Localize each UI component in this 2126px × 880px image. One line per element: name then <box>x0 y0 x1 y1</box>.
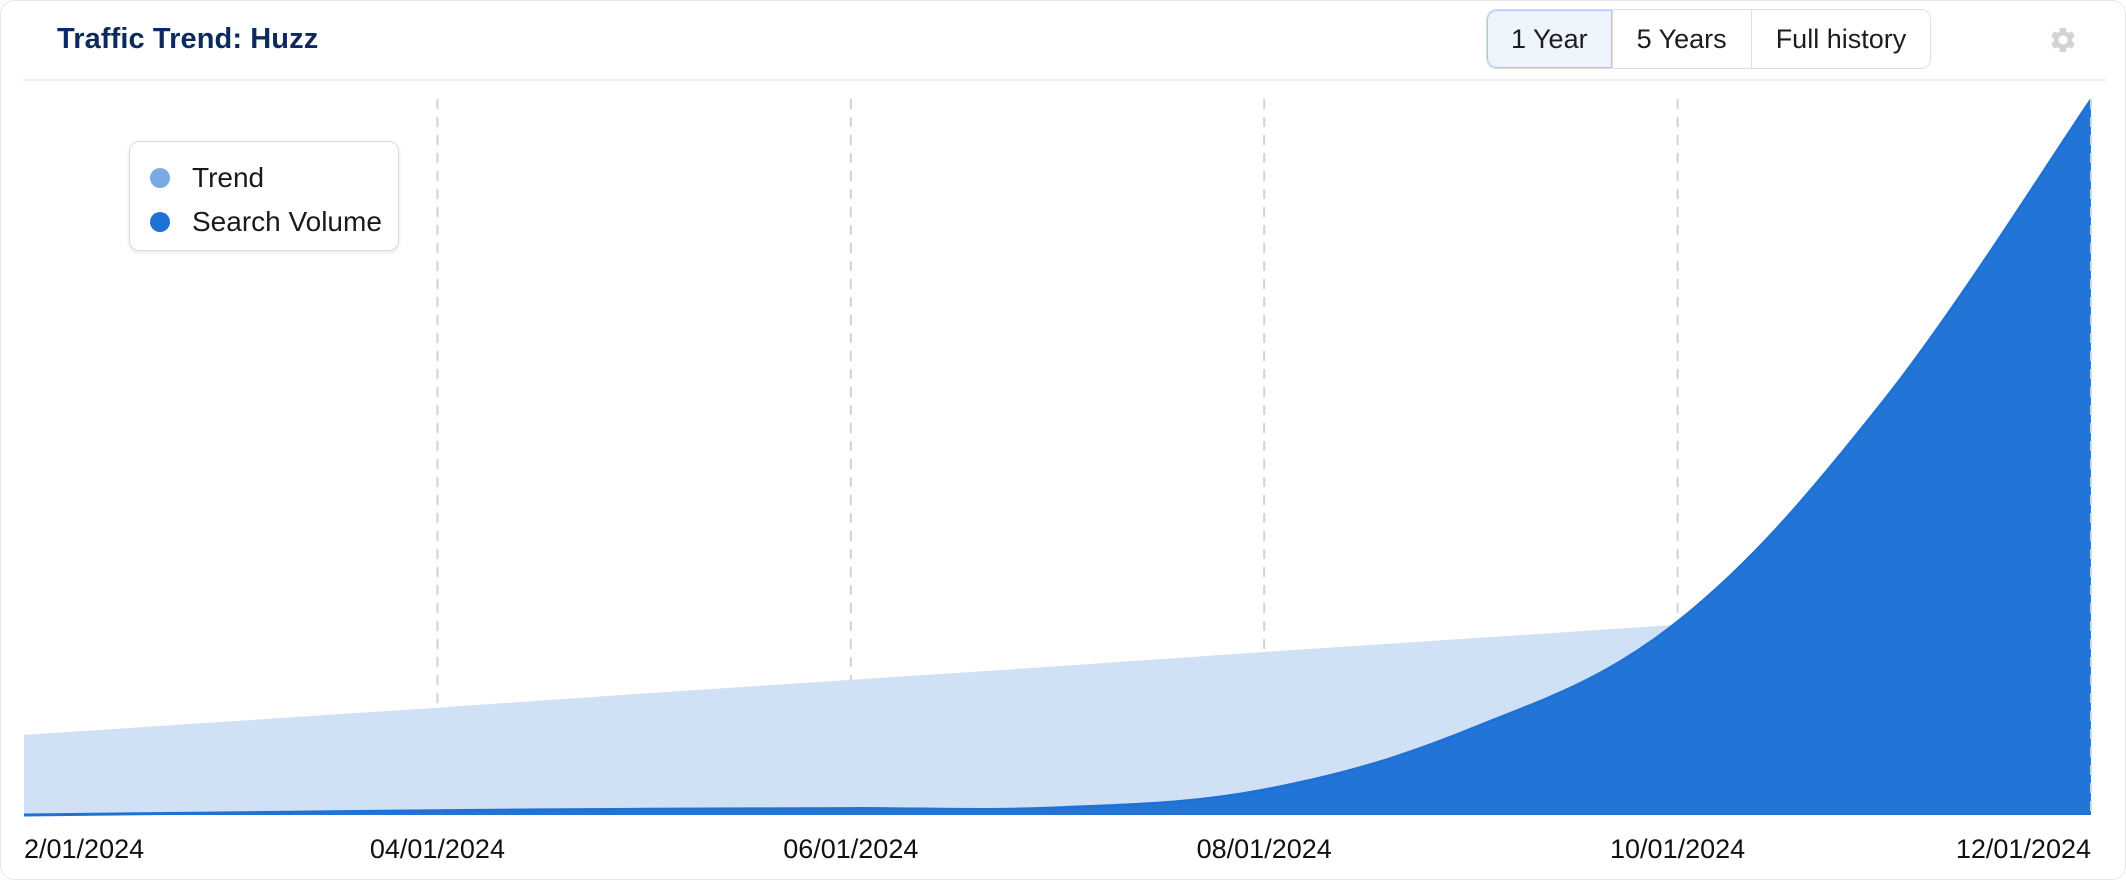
legend-item-trend[interactable]: Trend <box>150 162 264 194</box>
search-volume-point-1[interactable] <box>225 807 237 819</box>
search-volume-point-6[interactable] <box>1258 784 1270 796</box>
trend-point-7[interactable] <box>1465 632 1477 644</box>
search-volume-point-3[interactable] <box>638 803 650 815</box>
x-tick-label: 2/01/2024 <box>24 834 144 864</box>
trend-point-5[interactable] <box>1052 660 1064 672</box>
search-volume-point-2[interactable] <box>431 805 443 817</box>
trend-point-9[interactable] <box>1878 605 1890 617</box>
x-tick-label: 10/01/2024 <box>1610 834 1745 864</box>
legend-label-search-volume: Search Volume <box>192 206 382 237</box>
search-volume-point-0[interactable] <box>18 809 30 821</box>
legend-dot-search-volume-icon <box>150 212 170 232</box>
legend-item-search-volume[interactable]: Search Volume <box>150 206 382 238</box>
traffic-trend-card: Traffic Trend: Huzz 1 Year 5 Years Full … <box>0 0 2126 880</box>
traffic-trend-chart: 2/01/2024 04/01/2024 06/01/2024 08/01/2024 1… <box>18 99 2093 864</box>
trend-point-3[interactable] <box>638 687 650 699</box>
trend-point-4[interactable] <box>845 674 857 686</box>
x-tick-label: 12/01/2024 <box>1956 834 2091 864</box>
legend-dot-trend-icon <box>150 168 170 188</box>
x-axis-labels: 2/01/2024 04/01/2024 06/01/2024 08/01/2024 1… <box>24 834 2091 864</box>
x-tick-label: 08/01/2024 <box>1197 834 1332 864</box>
trend-point-6[interactable] <box>1258 646 1270 658</box>
search-volume-point-9[interactable] <box>1878 394 1890 406</box>
search-volume-point-7[interactable] <box>1465 723 1477 735</box>
search-volume-point-8[interactable] <box>1672 616 1684 628</box>
trend-point-2[interactable] <box>431 702 443 714</box>
legend-label-trend: Trend <box>192 162 265 193</box>
search-volume-point-4[interactable] <box>845 803 857 815</box>
trend-point-1[interactable] <box>225 715 237 727</box>
x-tick-label: 06/01/2024 <box>783 834 918 864</box>
search-volume-point-5[interactable] <box>1052 802 1064 814</box>
x-tick-label: 04/01/2024 <box>370 834 505 864</box>
chart-legend: Trend Search Volume <box>129 141 399 251</box>
trend-point-0[interactable] <box>18 729 30 741</box>
